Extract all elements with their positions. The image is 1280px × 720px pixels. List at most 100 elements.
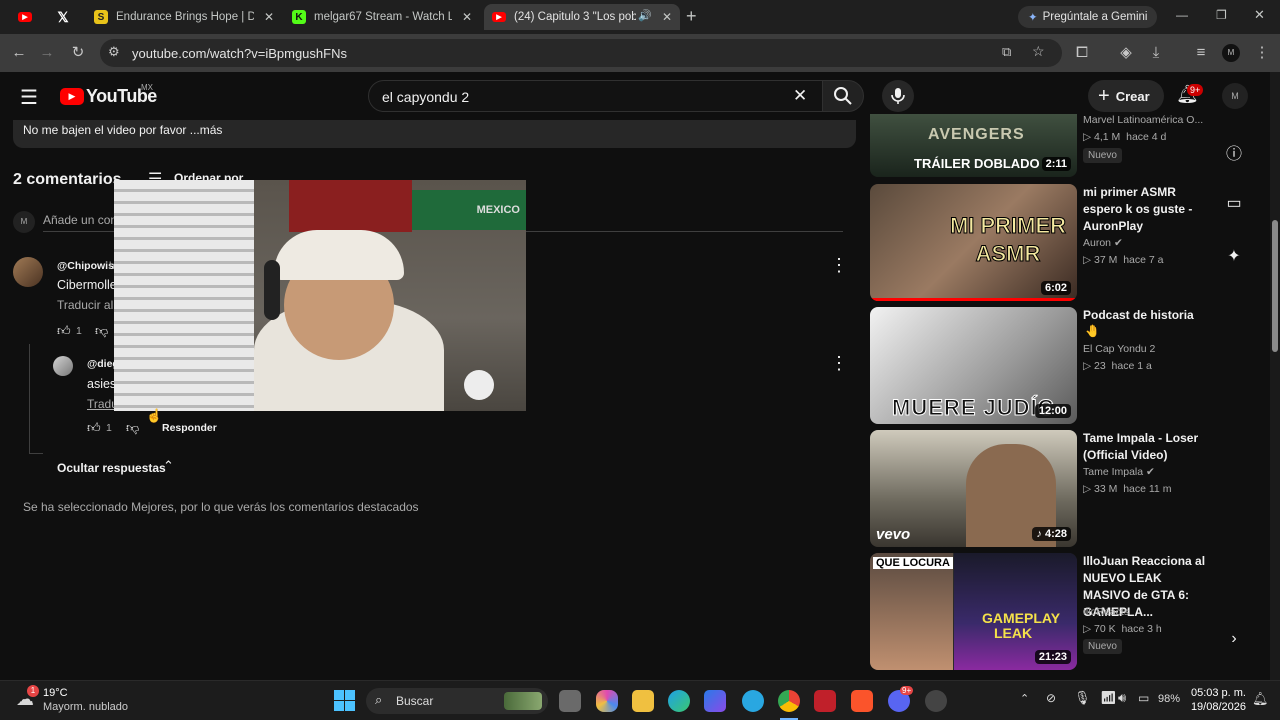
create-button[interactable]: + Crear xyxy=(1088,80,1164,112)
dislike-icon[interactable]: 👎︎ xyxy=(95,323,108,339)
rec-title[interactable]: mi primer ASMR espero k os guste - Auron… xyxy=(1083,184,1208,235)
description-box[interactable]: No me bajen el video por favor ...más xyxy=(13,120,856,148)
taskbar-search[interactable]: ⌕ Buscar xyxy=(366,688,548,714)
close-tab-icon[interactable]: ✕ xyxy=(662,10,672,24)
site-info-icon[interactable]: ⚙ xyxy=(108,44,120,60)
clear-search-icon[interactable]: ✕ xyxy=(793,86,807,106)
rec-title[interactable]: Tame Impala - Loser (Official Video) xyxy=(1083,430,1208,464)
rec-channel[interactable]: Marvel Latinoamérica O... xyxy=(1083,114,1203,126)
minimize-icon[interactable]: — xyxy=(1176,8,1188,22)
start-button[interactable] xyxy=(334,690,355,711)
clock-date[interactable]: 19/08/2026 xyxy=(1186,701,1246,713)
rec-channel[interactable]: Tame Impala xyxy=(1083,466,1143,478)
store-icon[interactable] xyxy=(704,690,726,712)
clock-time[interactable]: 05:03 p. m. xyxy=(1186,687,1246,699)
comment-menu-icon[interactable]: ⋮ xyxy=(830,255,848,276)
audio-playing-icon[interactable]: 🔊 xyxy=(638,9,652,22)
rec-channel-row[interactable]: Auron ✔ xyxy=(1083,237,1123,249)
copilot-icon[interactable] xyxy=(596,690,618,712)
rec-channel[interactable]: Auron xyxy=(1083,237,1111,249)
taskbar-search-label[interactable]: Buscar xyxy=(396,694,433,708)
translate-link[interactable]: Traducir al xyxy=(57,298,113,312)
comments-count: 2 comentarios xyxy=(13,171,122,188)
brave-icon[interactable] xyxy=(851,690,873,712)
whatsapp-telegram-icon[interactable] xyxy=(742,690,764,712)
region-label: MX xyxy=(141,83,153,92)
network-off-icon[interactable]: ⊘ xyxy=(1046,691,1056,705)
weather-condition[interactable]: Mayorm. nublado xyxy=(43,701,128,713)
rec-channel[interactable]: IlloReacts xyxy=(1083,606,1129,618)
chrome-menu-icon[interactable]: ⋮ xyxy=(1250,34,1274,72)
restore-icon[interactable]: ❐ xyxy=(1216,8,1227,22)
reply-menu-icon[interactable]: ⋮ xyxy=(830,353,848,374)
description-text[interactable]: No me bajen el video por favor ...más xyxy=(23,123,222,137)
reply-like-icon[interactable]: 👍︎ xyxy=(87,420,101,436)
task-view-icon[interactable] xyxy=(559,690,581,712)
chrome-icon[interactable] xyxy=(778,690,800,712)
sparkle-icon[interactable]: ✦ xyxy=(1222,246,1246,266)
tab-x-pinned[interactable]: 𝕏 xyxy=(48,4,82,30)
search-input[interactable]: el capyondu 2 xyxy=(382,89,469,105)
new-tab-icon[interactable]: + xyxy=(686,6,697,27)
edge-icon[interactable] xyxy=(668,690,690,712)
rec-thumb-4[interactable]: QUE LOCURA GAMEPLAY LEAK 21:23 xyxy=(870,553,1077,670)
like-icon[interactable]: 👍︎ xyxy=(57,323,71,339)
tab-kick[interactable]: K melgar67 Stream - Watch Live o ✕ xyxy=(284,4,480,30)
mcafee-icon[interactable] xyxy=(814,690,836,712)
show-hidden-icons-icon[interactable]: ⌃ xyxy=(1020,692,1029,705)
tab-youtube-pinned[interactable]: ▶ xyxy=(10,4,46,30)
close-tab-icon[interactable]: ✕ xyxy=(462,10,472,24)
reply-avatar[interactable] xyxy=(53,356,73,376)
reading-list-icon[interactable]: ≡ xyxy=(1189,34,1213,72)
mic-tray-icon[interactable]: 🎙︎ xyxy=(1074,690,1091,706)
battery-icon[interactable]: ▭ xyxy=(1138,691,1149,705)
url-text[interactable]: youtube.com/watch?v=iBpmgushFNs xyxy=(132,46,347,61)
reply-dislike-icon[interactable]: 👎︎ xyxy=(126,420,139,436)
file-explorer-icon[interactable] xyxy=(632,690,654,712)
chevron-right-icon[interactable]: › xyxy=(1222,630,1246,648)
forward-icon[interactable]: → xyxy=(35,34,59,72)
profile-avatar[interactable]: M xyxy=(1222,44,1240,62)
account-avatar[interactable]: M xyxy=(1222,83,1248,109)
info-icon[interactable]: ⓘ xyxy=(1222,140,1246,164)
guide-menu-icon[interactable]: ☰ xyxy=(20,85,38,110)
weather-temp[interactable]: 19°C xyxy=(43,687,68,699)
page-scrollbar[interactable] xyxy=(1270,72,1280,680)
back-icon[interactable]: ← xyxy=(7,34,31,72)
add-comment-input[interactable]: Añade un com xyxy=(43,213,120,227)
volume-icon[interactable]: 🔊︎ xyxy=(1118,690,1126,706)
close-tab-icon[interactable]: ✕ xyxy=(264,10,274,24)
address-bar[interactable]: ⚙ youtube.com/watch?v=iBpmgushFNs ⧉ ☆ xyxy=(100,39,1062,67)
search-button[interactable] xyxy=(822,80,864,112)
hide-replies-button[interactable]: Ocultar respuestas xyxy=(57,461,166,475)
tab-slides[interactable]: S Endurance Brings Hope | Diapo ✕ xyxy=(86,4,282,30)
search-box[interactable]: el capyondu 2 ✕ xyxy=(368,80,823,112)
commenter-avatar[interactable] xyxy=(13,257,43,287)
wifi-icon[interactable]: 📶︎ xyxy=(1100,690,1117,706)
rec-channel-row[interactable]: Tame Impala ✔ xyxy=(1083,466,1155,478)
install-app-icon[interactable]: ⧉ xyxy=(1002,44,1011,60)
reply-button[interactable]: Responder xyxy=(162,422,217,434)
bookmark-star-icon[interactable]: ☆ xyxy=(1032,43,1045,60)
tab-youtube-active[interactable]: ▶ (24) Capitulo 3 "Los pobres 🔊 ✕ xyxy=(484,4,680,30)
scrollbar-thumb[interactable] xyxy=(1272,220,1278,352)
reload-icon[interactable]: ↻ xyxy=(66,34,90,72)
app-icon[interactable] xyxy=(925,690,947,712)
notification-center-icon[interactable]: 🔔︎ xyxy=(1252,691,1269,707)
voice-search-button[interactable] xyxy=(882,80,914,112)
downloads-icon[interactable]: ⤓ xyxy=(1144,34,1168,72)
rec-thumb-0[interactable]: AVENGERS TRÁILER DOBLADO 2:11 xyxy=(870,114,1077,177)
incognito-icon[interactable]: ◈ xyxy=(1114,34,1138,72)
youtube-logo-icon[interactable]: ▶ xyxy=(60,88,84,105)
rec-title[interactable]: Podcast de historia xyxy=(1083,307,1208,324)
rec-thumb-3[interactable]: vevo ♪ 4:28 xyxy=(870,430,1077,547)
extensions-icon[interactable]: ⧠ xyxy=(1070,34,1094,72)
comment-author[interactable]: @Chipowis xyxy=(57,260,114,272)
chevron-up-icon[interactable]: ⌃ xyxy=(163,458,174,474)
gemini-button[interactable]: ✦ Pregúntale a Gemini xyxy=(1018,6,1158,28)
rec-channel[interactable]: El Cap Yondu 2 xyxy=(1083,343,1155,355)
close-window-icon[interactable]: ✕ xyxy=(1254,7,1265,23)
rec-thumb-1[interactable]: MI PRIMER ASMR 6:02 xyxy=(870,184,1077,301)
rec-thumb-2[interactable]: MUERE JUDÍC 12:00 xyxy=(870,307,1077,424)
chat-icon[interactable]: ▭ xyxy=(1222,193,1246,213)
